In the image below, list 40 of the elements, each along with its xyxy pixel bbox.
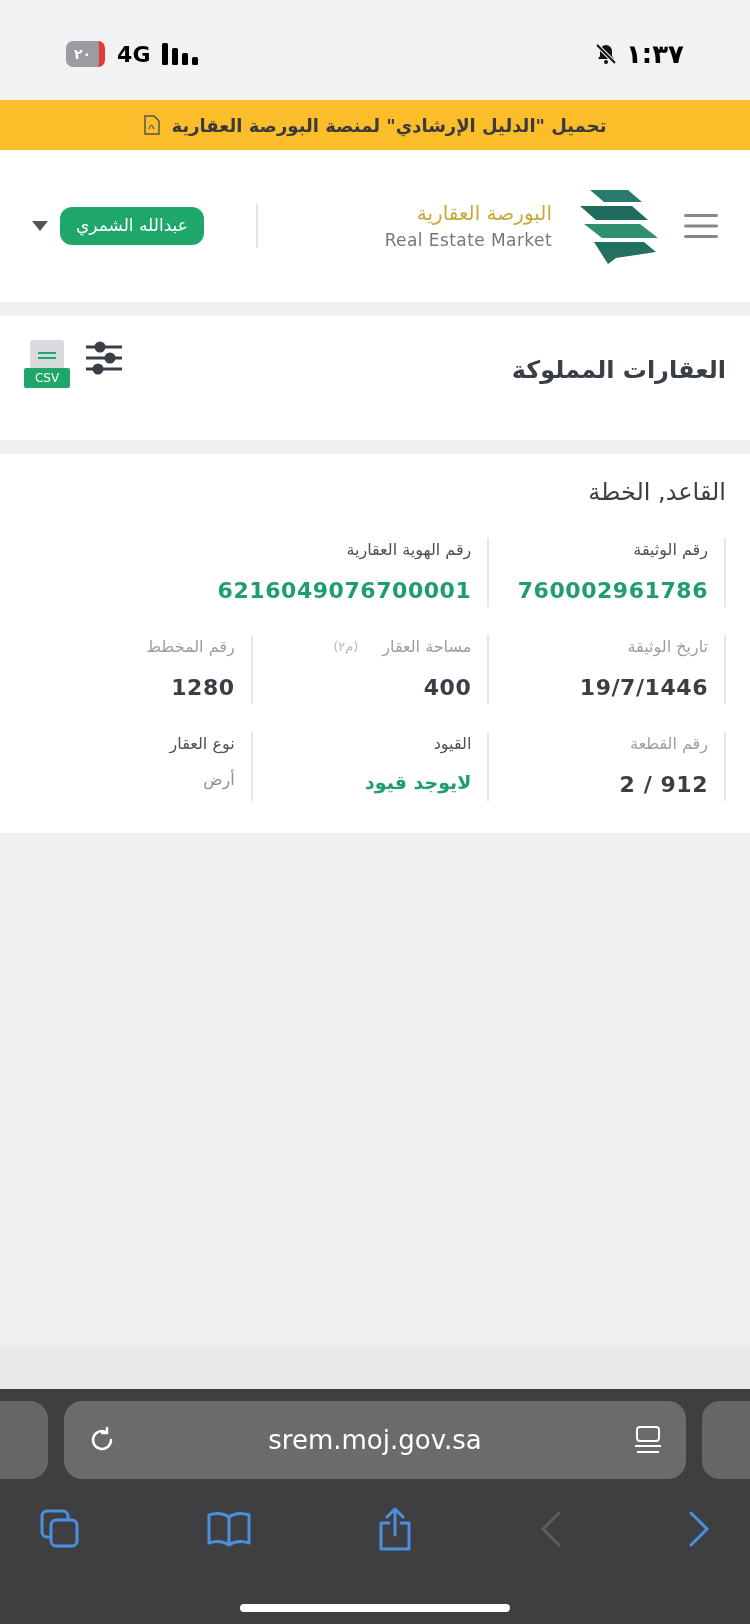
field-value: 6216049076700001: [217, 577, 472, 605]
menu-icon[interactable]: [684, 212, 718, 240]
field-value: 400: [423, 674, 472, 702]
user-button[interactable]: عبدالله الشمري: [60, 207, 204, 245]
logo-arabic-text: البورصة العقارية: [416, 200, 552, 228]
field-label: القيود: [433, 733, 472, 756]
field-value: 1280: [171, 674, 235, 702]
tab-preview[interactable]: [0, 1401, 48, 1479]
tab-preview[interactable]: [702, 1401, 750, 1479]
field-label: رقم القطعة: [630, 733, 708, 756]
caret-icon: [32, 221, 48, 231]
url-text: srem.moj.gov.sa: [268, 1423, 482, 1457]
filter-icon[interactable]: [86, 340, 122, 376]
tabs-icon[interactable]: [40, 1509, 80, 1549]
field-value: 19/7/1446: [579, 674, 708, 702]
battery-icon: ٢٠: [66, 41, 106, 67]
banner-text: تحميل "الدليل الإرشادي" لمنصة البورصة العقارية: [171, 113, 607, 139]
unit-label: (م٢): [333, 638, 359, 657]
reader-icon[interactable]: [634, 1425, 662, 1455]
forward-icon[interactable]: [688, 1511, 710, 1547]
section-title: العقارات المملوكة: [511, 355, 726, 386]
signal-icon: [162, 43, 199, 65]
book-icon[interactable]: [206, 1511, 251, 1547]
field-label: رقم المخطط: [146, 636, 235, 658]
field-label: مساحة العقار: [382, 636, 472, 659]
field-label: رقم الوثيقة: [633, 539, 708, 562]
field-value: 760002961786: [517, 577, 708, 605]
address-bar[interactable]: srem.moj.gov.sa: [64, 1401, 686, 1479]
field-value: لايوجد قيود: [365, 770, 472, 796]
field-label: رقم الهوية العقارية: [346, 539, 472, 562]
field-label: تاريخ الوثيقة: [627, 636, 708, 659]
field-value: 2 / 912: [619, 771, 708, 799]
logo-english-text: Real Estate Market: [384, 229, 552, 253]
share-icon[interactable]: [377, 1507, 413, 1551]
field-label: نوع العقار: [169, 733, 235, 756]
network-label: 4G: [117, 40, 151, 69]
pdf-file-icon: [143, 115, 160, 135]
clock: ١:٣٧: [626, 37, 684, 71]
guide-banner[interactable]: تحميل "الدليل الإرشادي" لمنصة البورصة العقارية: [0, 100, 750, 150]
property-title: القاعد, الخطة: [587, 477, 726, 508]
